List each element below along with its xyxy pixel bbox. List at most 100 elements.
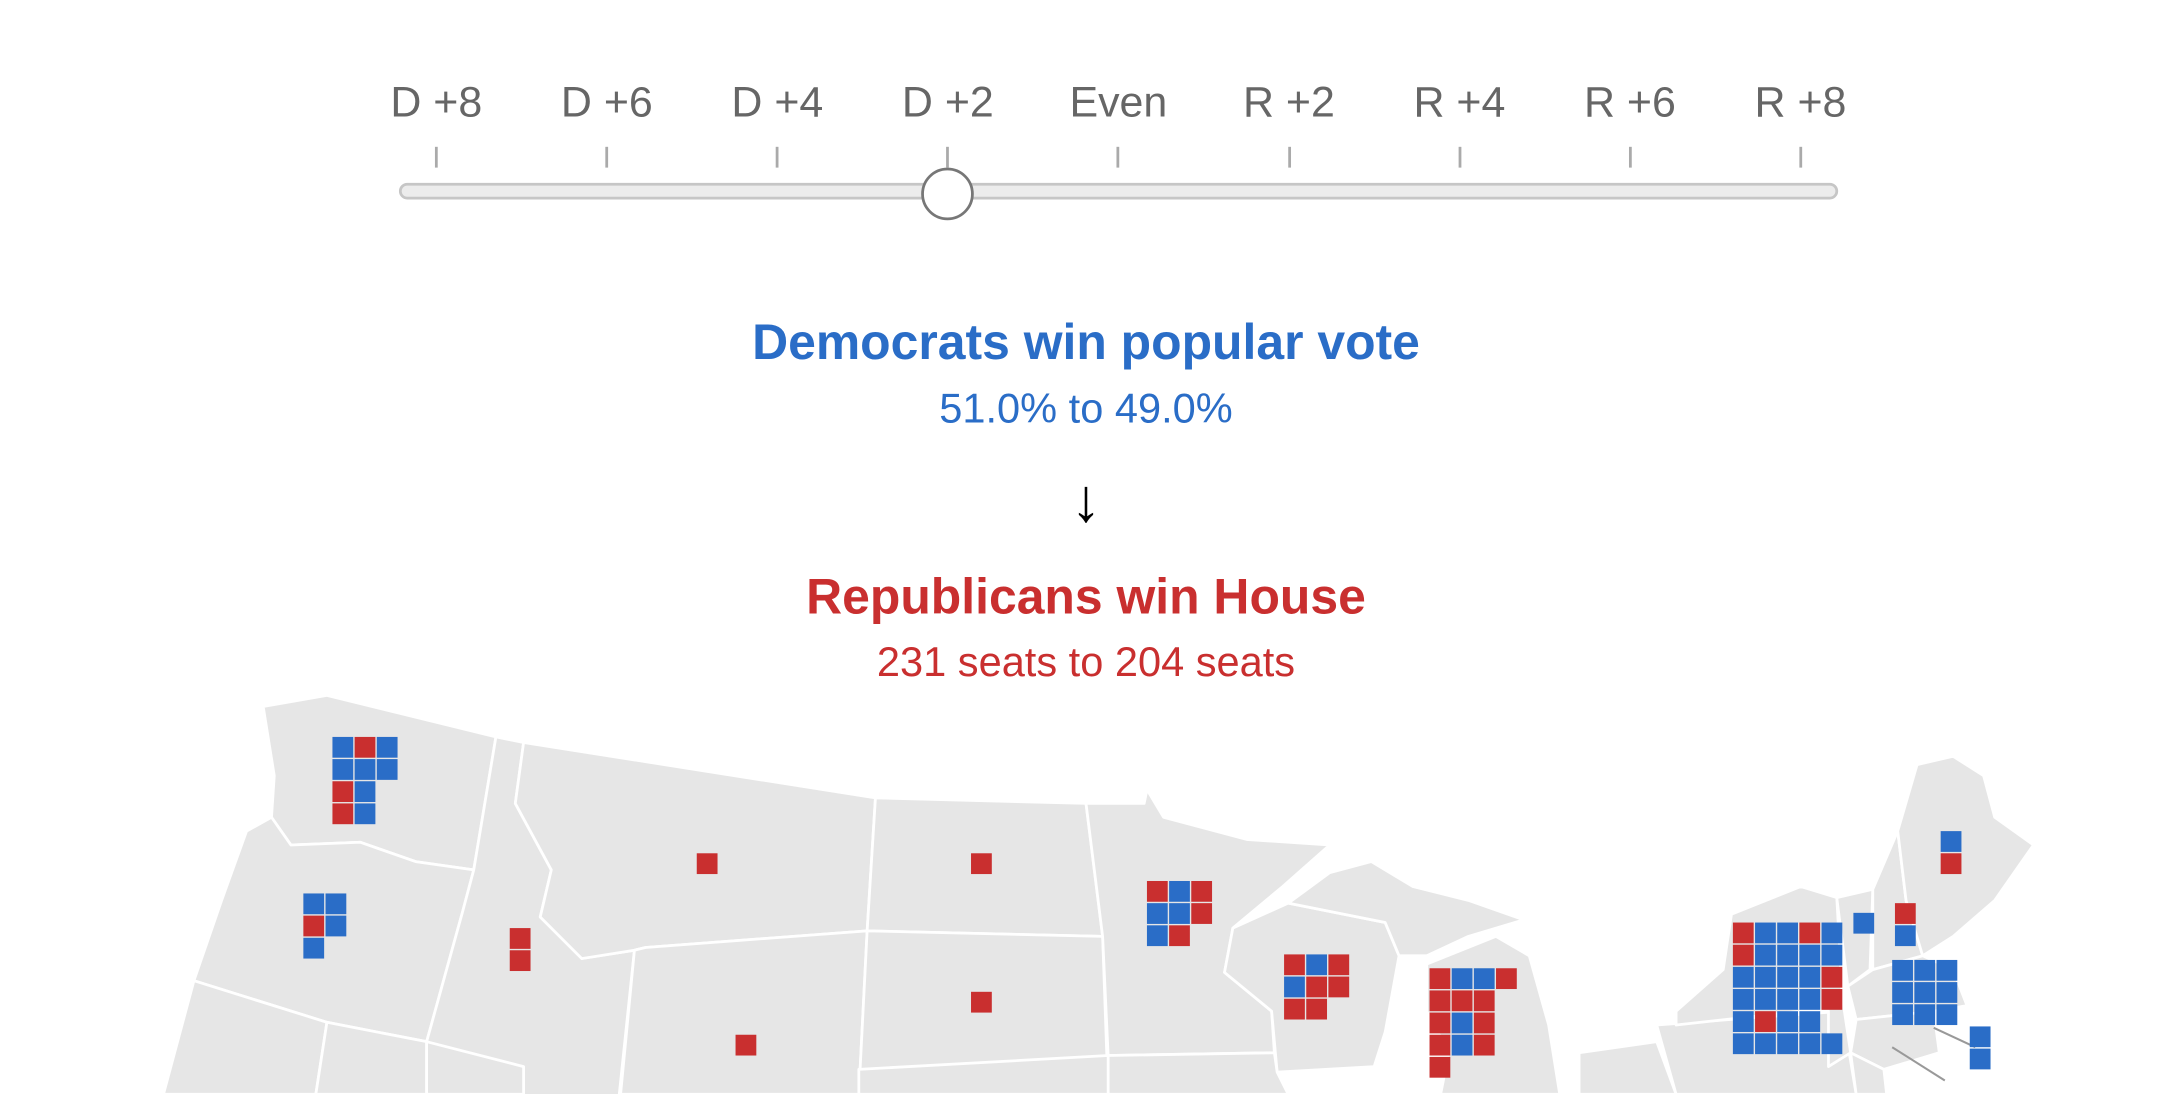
seat-wi-republican[interactable] [1306,976,1328,998]
seat-sd-republican[interactable] [971,991,992,1013]
seat-wa-democrat[interactable] [354,759,376,780]
seat-mn-republican[interactable] [1169,925,1190,947]
seat-wi-republican[interactable] [1284,998,1305,1020]
seat-ny-democrat[interactable] [1755,922,1776,944]
seat-ny-democrat[interactable] [1821,944,1843,966]
seat-ny-democrat[interactable] [1755,989,1776,1010]
seat-mn-democrat[interactable] [1146,903,1168,924]
seat-mi-republican[interactable] [1451,990,1473,1012]
seat-ma-democrat[interactable] [1892,959,1913,981]
seat-ma-democrat[interactable] [1914,982,1936,1003]
seat-wa-republican[interactable] [332,803,354,825]
seat-ny-democrat[interactable] [1799,944,1821,966]
seat-mi-republican[interactable] [1429,1012,1451,1034]
seat-id-republican[interactable] [509,928,531,949]
seat-ny-republican[interactable] [1732,922,1754,944]
seat-mi-republican[interactable] [1473,1034,1495,1056]
seat-ny-democrat[interactable] [1799,989,1821,1010]
seat-nh-republican[interactable] [1894,903,1916,924]
slider-tick-label[interactable]: R +2 [1220,78,1359,128]
slider-tick-label[interactable]: D +8 [367,78,506,128]
seat-wi-democrat[interactable] [1306,954,1328,976]
seat-ny-democrat[interactable] [1732,1033,1754,1055]
seat-wa-republican[interactable] [354,736,376,758]
seat-ny-democrat[interactable] [1777,989,1798,1010]
seat-ny-democrat[interactable] [1755,1033,1776,1055]
seat-mn-democrat[interactable] [1169,903,1190,924]
seat-mi-republican[interactable] [1429,968,1451,990]
slider-tick-label[interactable]: D +4 [708,78,847,128]
seat-nh-democrat[interactable] [1894,925,1916,947]
seat-mi-republican[interactable] [1429,1056,1451,1078]
seat-wa-democrat[interactable] [354,781,376,803]
seat-ny-democrat[interactable] [1799,1033,1821,1055]
seat-or-democrat[interactable] [303,937,325,959]
seat-ny-democrat[interactable] [1755,966,1776,988]
seat-wa-democrat[interactable] [332,736,354,758]
seat-mn-democrat[interactable] [1169,880,1190,902]
slider-tick-label[interactable]: Even [1049,78,1188,128]
seat-mi-republican[interactable] [1473,1012,1495,1034]
seat-ny-republican[interactable] [1821,989,1843,1010]
seat-ri-democrat[interactable] [1969,1026,1991,1048]
seat-ri-democrat[interactable] [1969,1048,1991,1070]
seat-mi-democrat[interactable] [1451,1034,1473,1056]
seat-wi-democrat[interactable] [1284,976,1305,998]
seat-me-republican[interactable] [1940,853,1962,875]
seat-ma-democrat[interactable] [1892,1004,1913,1026]
slider-thumb[interactable] [921,167,975,221]
seat-id-republican[interactable] [509,950,531,972]
seat-ma-democrat[interactable] [1936,1004,1958,1026]
seat-mi-republican[interactable] [1496,968,1517,990]
seat-mi-republican[interactable] [1429,990,1451,1012]
seat-ma-democrat[interactable] [1914,1004,1936,1026]
seat-ny-democrat[interactable] [1777,1011,1798,1032]
seat-mi-republican[interactable] [1429,1034,1451,1056]
seat-ma-democrat[interactable] [1936,982,1958,1003]
seat-ny-republican[interactable] [1821,966,1843,988]
seat-ny-democrat[interactable] [1821,1033,1843,1055]
seat-ny-democrat[interactable] [1777,1033,1798,1055]
seat-wa-democrat[interactable] [354,803,376,825]
seat-ny-democrat[interactable] [1799,1011,1821,1032]
seat-ny-democrat[interactable] [1732,1011,1754,1032]
seat-ny-democrat[interactable] [1755,944,1776,966]
seat-mt-republican[interactable] [696,853,718,875]
seat-vt-democrat[interactable] [1853,912,1875,934]
seat-wa-democrat[interactable] [376,736,398,758]
seat-mn-republican[interactable] [1191,880,1213,902]
seat-ny-democrat[interactable] [1732,966,1754,988]
seat-wy-republican[interactable] [735,1034,757,1056]
seat-wi-republican[interactable] [1328,976,1350,998]
seat-mi-republican[interactable] [1473,990,1495,1012]
seat-ny-democrat[interactable] [1777,922,1798,944]
seat-mn-democrat[interactable] [1146,925,1168,947]
seat-or-democrat[interactable] [325,893,347,915]
slider-track[interactable] [398,182,1839,200]
slider-tick-label[interactable]: R +8 [1731,78,1870,128]
seat-me-democrat[interactable] [1940,831,1962,852]
slider-tick-label[interactable]: R +6 [1561,78,1700,128]
seat-mn-republican[interactable] [1191,903,1213,924]
seat-ny-democrat[interactable] [1821,922,1843,944]
slider-tick-label[interactable]: D +2 [879,78,1018,128]
seat-wi-republican[interactable] [1284,954,1305,976]
seat-ma-democrat[interactable] [1936,959,1958,981]
seat-wi-republican[interactable] [1328,954,1350,976]
seat-ma-democrat[interactable] [1892,982,1913,1003]
seat-ny-democrat[interactable] [1799,966,1821,988]
seat-wa-democrat[interactable] [376,759,398,780]
slider-tick-label[interactable]: R +4 [1390,78,1529,128]
seat-mn-republican[interactable] [1146,880,1168,902]
seat-or-democrat[interactable] [325,915,347,937]
seat-ny-republican[interactable] [1755,1011,1776,1032]
seat-ma-democrat[interactable] [1914,959,1936,981]
seat-mi-democrat[interactable] [1473,968,1495,990]
seat-ny-republican[interactable] [1799,922,1821,944]
seat-ny-democrat[interactable] [1777,944,1798,966]
seat-wa-democrat[interactable] [332,759,354,780]
seat-nd-republican[interactable] [971,853,992,875]
slider-tick-label[interactable]: D +6 [538,78,677,128]
seat-ny-democrat[interactable] [1777,966,1798,988]
seat-mi-democrat[interactable] [1451,1012,1473,1034]
